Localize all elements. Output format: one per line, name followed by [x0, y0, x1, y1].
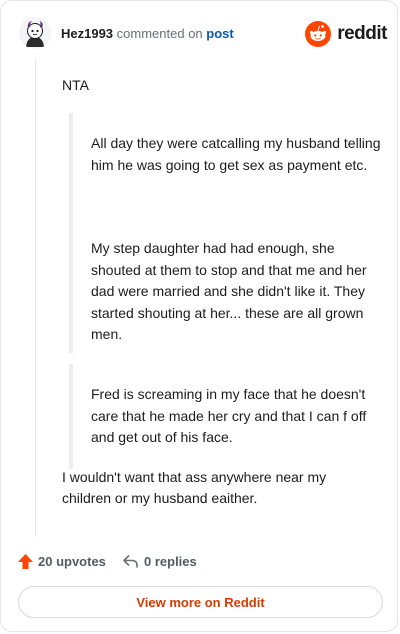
comment-header: Hez1993 commented on post reddit	[15, 15, 387, 53]
reply-count: 0 replies	[144, 554, 197, 569]
view-more-button[interactable]: View more on Reddit	[18, 586, 383, 618]
reddit-logo-icon	[305, 21, 332, 47]
upvote-count: 20 upvotes	[38, 554, 106, 569]
reddit-logo[interactable]: reddit	[305, 19, 387, 49]
thread-line[interactable]	[35, 59, 36, 537]
comment-card: Hez1993 commented on post reddit NTA All…	[0, 0, 398, 632]
upvote-arrow-icon	[18, 554, 33, 569]
avatar-icon	[19, 17, 51, 49]
quote-text-1: All day they were catcalling my husband …	[91, 135, 381, 173]
upvote-button[interactable]: 20 upvotes	[17, 553, 106, 570]
post-link[interactable]: post	[206, 26, 233, 41]
comment-outro: I wouldn't want that ass anywhere near m…	[62, 469, 327, 506]
reply-button[interactable]: 0 replies	[122, 553, 197, 570]
action-text: commented on	[116, 26, 203, 41]
comment-meta: Hez1993 commented on post	[61, 26, 234, 41]
comment-intro: NTA	[62, 77, 89, 93]
avatar[interactable]	[19, 17, 51, 49]
username[interactable]: Hez1993	[61, 26, 113, 41]
comment-footer: 20 upvotes 0 replies	[17, 553, 387, 573]
brand-wordmark: reddit	[337, 23, 387, 44]
blockquote-3: Fred is screaming in my face that he doe…	[69, 364, 381, 469]
quote-text-3: Fred is screaming in my face that he doe…	[91, 386, 367, 445]
quote-text-2: My step daughter had had enough, she sho…	[91, 240, 367, 342]
reply-arrow-icon	[123, 555, 138, 568]
blockquote-2: My step daughter had had enough, she sho…	[69, 218, 381, 353]
blockquote-1: All day they were catcalling my husband …	[69, 113, 381, 221]
